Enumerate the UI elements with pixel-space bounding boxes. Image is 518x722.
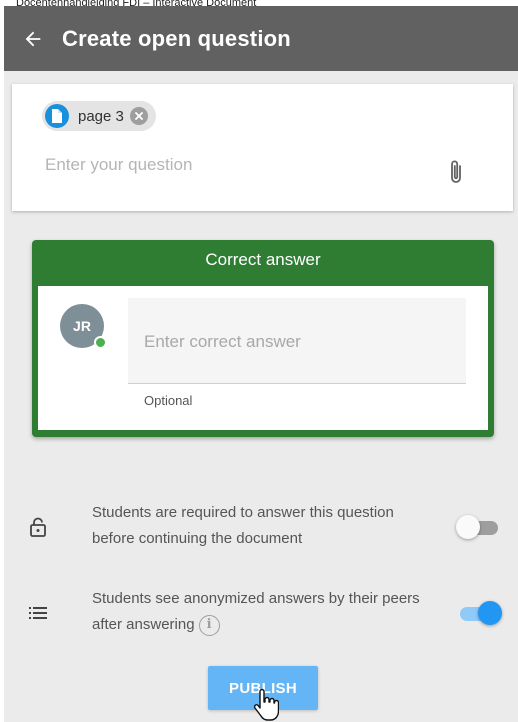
back-button[interactable] xyxy=(4,6,62,71)
info-icon[interactable]: i xyxy=(198,614,220,636)
setting-require-answer: Students are required to answer this que… xyxy=(4,498,518,558)
document-icon xyxy=(45,104,69,128)
avatar-initials: JR xyxy=(73,318,91,334)
close-circle-icon[interactable] xyxy=(129,107,148,125)
page-title: Create open question xyxy=(62,25,291,51)
attachment-chip-label: page 3 xyxy=(78,107,124,125)
setting-anonymized-answers-text: Students see anonymized answers by their… xyxy=(92,586,432,638)
optional-helper-text: Optional xyxy=(144,393,193,408)
correct-answer-field xyxy=(128,298,466,384)
online-status-dot xyxy=(94,336,107,349)
attach-button[interactable] xyxy=(445,157,469,187)
top-app-bar: Create open question xyxy=(4,6,518,71)
publish-button[interactable]: PUBLISH xyxy=(208,666,318,710)
create-question-screen: Create open question page 3 Correct answ xyxy=(4,6,518,722)
question-input[interactable] xyxy=(45,150,425,180)
lock-icon xyxy=(30,517,46,537)
question-card: page 3 xyxy=(12,84,513,211)
correct-answer-body: JR Optional xyxy=(38,286,488,430)
correct-answer-input[interactable] xyxy=(128,298,466,368)
attachment-chip[interactable]: page 3 xyxy=(42,101,156,131)
avatar: JR xyxy=(60,304,107,349)
arrow-left-icon xyxy=(25,31,41,46)
require-answer-toggle[interactable] xyxy=(456,515,502,539)
toggle-knob xyxy=(478,601,502,625)
paperclip-icon xyxy=(451,160,461,183)
anonymized-answers-toggle[interactable] xyxy=(456,601,502,625)
correct-answer-card: Correct answer JR Optional xyxy=(32,240,494,437)
correct-answer-header: Correct answer xyxy=(205,250,321,269)
setting-anonymized-answers-label: Students see anonymized answers by their… xyxy=(92,590,420,633)
setting-anonymized-answers: Students see anonymized answers by their… xyxy=(4,584,518,644)
toggle-knob xyxy=(456,515,480,539)
setting-require-answer-text: Students are required to answer this que… xyxy=(92,504,394,547)
list-icon xyxy=(29,607,47,619)
